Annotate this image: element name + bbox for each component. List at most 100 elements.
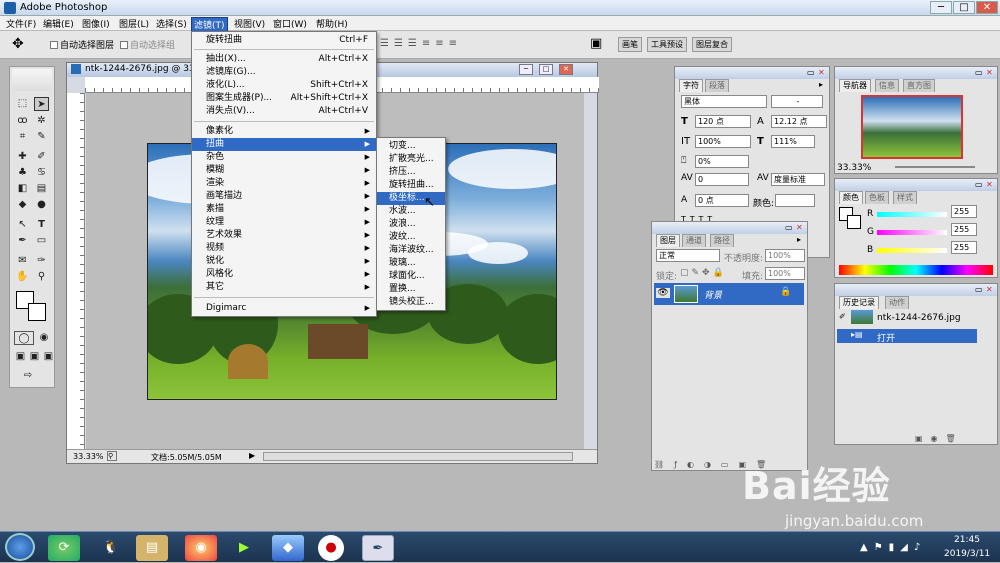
navigator-zoom[interactable]: 33.33% [837, 163, 871, 173]
menu-item-vanishing-point[interactable]: 消失点(V)... Alt+Ctrl+V [192, 105, 376, 118]
color-spectrum-bar[interactable] [839, 265, 993, 275]
dock-tab-brushes[interactable]: 画笔 [618, 37, 642, 52]
submenu-pinch[interactable]: 挤压... [377, 166, 445, 179]
taskbar-qq-icon[interactable]: 🐧 [95, 535, 127, 561]
screen-mode-1-icon[interactable]: ▣ [13, 350, 28, 364]
screen-mode-3-icon[interactable]: ▣ [41, 350, 56, 364]
layer-name[interactable]: 背景 [704, 288, 722, 301]
submenu-ocean-ripple[interactable]: 海洋波纹... [377, 244, 445, 257]
tab-styles[interactable]: 样式 [893, 191, 917, 204]
pen-tool-icon[interactable]: ✒ [15, 234, 30, 248]
status-arrow-icon[interactable]: ▶ [249, 451, 255, 460]
doc-maximize-icon[interactable]: □ [539, 64, 553, 75]
dodge-tool-icon[interactable]: ● [34, 198, 49, 212]
navigator-zoom-slider[interactable] [895, 166, 975, 168]
submenu-ripple[interactable]: 波纹... [377, 231, 445, 244]
jump-to-imageready-icon[interactable]: ⇨ [15, 369, 41, 383]
history-actions-bar[interactable]: ▣◉🗑 [915, 434, 995, 444]
leading-field[interactable]: 12.12 点 [771, 115, 827, 128]
tab-paragraph[interactable]: 段落 [705, 79, 729, 92]
minimize-icon[interactable]: ─ [930, 1, 952, 14]
panel-minimize-icon[interactable]: ▭ [975, 180, 983, 189]
blur-tool-icon[interactable]: ◆ [15, 198, 30, 212]
quickmask-mode-icon[interactable]: ◉ [36, 331, 52, 345]
panel-close-icon[interactable]: ✕ [986, 68, 993, 77]
panel-menu-icon[interactable]: ▸ [819, 80, 823, 89]
eyedropper-icon[interactable]: ✑ [34, 254, 49, 268]
menu-help[interactable]: 帮助(H) [314, 17, 350, 30]
taskbar-app-icon[interactable]: ◆ [272, 535, 304, 561]
healing-brush-icon[interactable]: ✚ [15, 150, 30, 164]
submenu-shear[interactable]: 切变... [377, 140, 445, 153]
panel-minimize-icon[interactable]: ▭ [975, 68, 983, 77]
close-icon[interactable]: ✕ [976, 1, 998, 14]
menu-item-video[interactable]: 视频 ▶ [192, 242, 376, 255]
eraser-tool-icon[interactable]: ◧ [15, 182, 30, 196]
baseline-shift-field[interactable]: 0 点 [695, 194, 749, 207]
menu-item-texture[interactable]: 纹理 ▶ [192, 216, 376, 229]
menu-item-digimarc[interactable]: Digimarc ▶ [192, 302, 376, 315]
taskbar-firefox-icon[interactable]: ◉ [185, 535, 217, 561]
slice-tool-icon[interactable]: ✎ [34, 130, 49, 144]
menu-item-liquify[interactable]: 液化(L)... Shift+Ctrl+X [192, 79, 376, 92]
background-color-swatch[interactable] [28, 303, 46, 321]
font-style-select[interactable]: - [771, 95, 823, 108]
tab-navigator[interactable]: 导航器 [839, 79, 871, 92]
g-slider[interactable] [877, 230, 947, 235]
type-tool-icon[interactable]: T [34, 218, 49, 232]
tab-character[interactable]: 字符 [679, 79, 703, 92]
taskbar-360-icon[interactable]: ⟳ [48, 535, 80, 561]
panel-minimize-icon[interactable]: ▭ [975, 285, 983, 294]
auto-select-group-checkbox[interactable]: 自动选择组 [120, 38, 175, 51]
move-tool-icon[interactable]: ✥ [12, 36, 24, 52]
vertical-scale-field[interactable]: 100% [695, 135, 751, 148]
palette-well-icon[interactable]: ▣ [590, 36, 602, 51]
panel-close-icon[interactable]: ✕ [818, 68, 825, 77]
menu-image[interactable]: 图像(I) [80, 17, 112, 30]
menu-layer[interactable]: 图层(L) [117, 17, 151, 30]
opacity-field[interactable]: 100% [765, 249, 805, 262]
blend-mode-select[interactable]: 正常 [656, 249, 720, 262]
panel-close-icon[interactable]: ✕ [796, 223, 803, 232]
kerning-field[interactable]: 0 [695, 173, 749, 186]
zoom-tool-icon[interactable]: ⚲ [34, 270, 49, 284]
tab-layers[interactable]: 图层 [656, 234, 680, 247]
zoom-options-icon[interactable]: ⚲ [107, 451, 117, 461]
tracking-field[interactable]: 0% [695, 155, 749, 168]
tab-histogram[interactable]: 直方图 [903, 79, 935, 92]
navigator-thumbnail[interactable] [861, 95, 963, 159]
tab-channels[interactable]: 通道 [682, 234, 706, 247]
magic-wand-icon[interactable]: ✲ [34, 114, 49, 128]
crop-tool-icon[interactable]: ⌗ [15, 130, 30, 144]
tab-paths[interactable]: 路径 [710, 234, 734, 247]
marquee-tool-icon[interactable]: ⬚ [15, 97, 30, 111]
menu-item-render[interactable]: 渲染 ▶ [192, 177, 376, 190]
panel-minimize-icon[interactable]: ▭ [807, 68, 815, 77]
standard-mode-icon[interactable]: ◯ [14, 331, 34, 345]
eye-icon[interactable]: 👁 [656, 288, 670, 298]
taskbar-explorer-icon[interactable]: ▤ [136, 535, 168, 561]
history-state-open[interactable]: ▸▤ 打开 [837, 329, 977, 344]
text-color-swatch[interactable] [775, 194, 815, 207]
path-select-icon[interactable]: ↖ [15, 218, 30, 232]
menu-edit[interactable]: 编辑(E) [41, 17, 76, 30]
b-slider[interactable] [877, 248, 947, 253]
submenu-wave[interactable]: 波浪... [377, 218, 445, 231]
clock-time[interactable]: 21:45 [954, 535, 980, 545]
menu-item-pixelate[interactable]: 像素化 ▶ [192, 125, 376, 138]
taskbar-record-icon[interactable]: ● [318, 535, 344, 561]
submenu-glass[interactable]: 玻璃... [377, 257, 445, 270]
auto-select-layer-checkbox[interactable]: 自动选择图层 [50, 38, 114, 51]
menu-item-other[interactable]: 其它 ▶ [192, 281, 376, 294]
dock-tab-tool-presets[interactable]: 工具预设 [647, 37, 687, 52]
tab-color[interactable]: 颜色 [839, 191, 863, 204]
menu-item-stylize[interactable]: 风格化 ▶ [192, 268, 376, 281]
font-size-field[interactable]: 120 点 [695, 115, 751, 128]
b-value[interactable]: 255 [951, 241, 977, 254]
menu-item-sketch[interactable]: 素描 ▶ [192, 203, 376, 216]
menu-filter[interactable]: 滤镜(T) [191, 17, 228, 32]
submenu-spherize[interactable]: 球面化... [377, 270, 445, 283]
hand-tool-icon[interactable]: ✋ [15, 270, 30, 284]
doc-close-icon[interactable]: ✕ [559, 64, 573, 75]
layer-row-background[interactable]: 👁 背景 🔒 [654, 283, 804, 305]
